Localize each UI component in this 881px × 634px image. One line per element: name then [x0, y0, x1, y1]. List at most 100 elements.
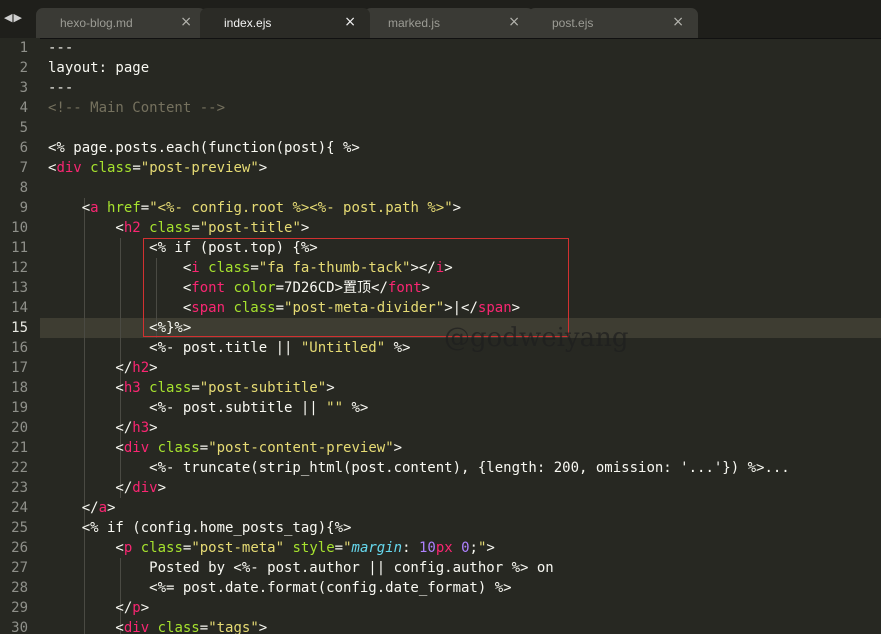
line-number-gutter: 1 2 3 4 5 6 7 8 9 10 11 12 13 14 15 16 17 18 19 20 21 22 23 24 2…: [0, 38, 40, 634]
line-number: 12: [11, 260, 28, 276]
code-line[interactable]: <div class="tags">: [48, 618, 267, 634]
code-token: >: [149, 420, 158, 436]
tab-hexo-blog-md[interactable]: hexo-blog.md ×: [36, 8, 206, 38]
code-token: Posted by <%- post.author || config.auth…: [48, 560, 554, 576]
code-token: %>: [385, 340, 411, 356]
code-line[interactable]: ---: [48, 78, 73, 98]
tab-marked-js[interactable]: marked.js ×: [364, 8, 534, 38]
tab-label: marked.js: [388, 16, 441, 30]
line-number: 24: [11, 500, 28, 516]
code-line[interactable]: <div class="post-preview">: [48, 158, 267, 178]
code-token: div: [132, 480, 158, 496]
code-token: ": [343, 540, 352, 556]
line-number: 26: [11, 540, 28, 556]
code-line[interactable]: layout: page: [48, 58, 149, 78]
code-token: >: [157, 480, 167, 496]
code-line[interactable]: <div class="post-content-preview">: [48, 438, 402, 458]
code-token: >: [393, 440, 403, 456]
code-token: <% if (config.home_posts_tag){%>: [48, 520, 352, 536]
code-line[interactable]: <%- truncate(strip_html(post.content), {…: [48, 458, 790, 478]
code-token: p: [132, 600, 141, 616]
code-line[interactable]: ---: [48, 38, 73, 58]
watermark: @godweiyang: [444, 323, 629, 353]
code-line[interactable]: <a href="<%- config.root %><%- post.path…: [48, 198, 461, 218]
code-token: "tags": [208, 620, 259, 634]
code-token: >: [140, 600, 150, 616]
line-number: 5: [19, 120, 28, 136]
code-token: =: [191, 220, 200, 236]
code-token: <: [48, 200, 91, 216]
code-line[interactable]: </div>: [48, 478, 166, 498]
code-line[interactable]: </h2>: [48, 358, 158, 378]
line-number: 15: [11, 320, 28, 336]
code-token: >: [258, 160, 268, 176]
code-token: 10: [418, 540, 436, 556]
nav-forward-icon[interactable]: ▶: [13, 11, 22, 24]
code-line[interactable]: </p>: [48, 598, 149, 618]
tab-label: post.ejs: [552, 16, 594, 30]
line-number: 22: [11, 460, 28, 476]
code-token: div: [123, 620, 150, 634]
code-token: a: [90, 200, 99, 216]
close-icon[interactable]: ×: [672, 14, 684, 30]
code-token: h3: [123, 380, 141, 396]
line-number: 10: [11, 220, 28, 236]
code-token: class: [90, 160, 133, 176]
line-number: 17: [11, 360, 28, 376]
code-line[interactable]: <% if (config.home_posts_tag){%>: [48, 518, 352, 538]
code-token: >: [486, 540, 495, 556]
line-number: 23: [11, 480, 28, 496]
code-token: div: [56, 160, 82, 176]
code-token: </: [48, 480, 133, 496]
line-number: 1: [19, 40, 28, 56]
code-line[interactable]: </a>: [48, 498, 116, 518]
code-token: </: [48, 360, 133, 376]
editor-window: ◀▶ hexo-blog.md × marked.js × post.ejs ×…: [0, 0, 881, 634]
code-token: <: [48, 440, 124, 456]
tab-post-ejs[interactable]: post.ejs ×: [528, 8, 698, 38]
code-line[interactable]: <%- post.title || "Untitled" %>: [48, 338, 410, 358]
code-token: </: [48, 600, 133, 616]
code-token: =: [191, 380, 200, 396]
code-token: =: [199, 620, 209, 634]
code-token: <%- truncate(strip_html(post.content), {…: [48, 460, 790, 476]
code-token: <%- post.subtitle ||: [48, 400, 327, 416]
close-icon[interactable]: ×: [344, 14, 356, 30]
line-number: 6: [19, 140, 28, 156]
line-number: 14: [11, 300, 28, 316]
line-number: 16: [11, 340, 28, 356]
code-token: <: [48, 220, 124, 236]
code-line[interactable]: Posted by <%- post.author || config.auth…: [48, 558, 554, 578]
code-line[interactable]: <!-- Main Content -->: [48, 98, 225, 118]
code-line[interactable]: <% page.posts.each(function(post){ %>: [48, 138, 360, 158]
code-line[interactable]: </h3>: [48, 418, 158, 438]
code-token: >: [107, 500, 116, 516]
code-token: class: [157, 620, 200, 634]
code-line[interactable]: <h2 class="post-title">: [48, 218, 309, 238]
line-number: 20: [11, 420, 28, 436]
line-number: 3: [19, 80, 28, 96]
code-token: "post-subtitle": [199, 380, 327, 396]
code-token: =: [199, 440, 209, 456]
code-token: a: [98, 500, 108, 516]
close-icon[interactable]: ×: [508, 14, 520, 30]
code-line[interactable]: <%- post.subtitle || "" %>: [48, 398, 368, 418]
code-token: %>: [343, 400, 369, 416]
line-number: 13: [11, 280, 28, 296]
code-line[interactable]: <p class="post-meta" style="margin: 10px…: [48, 538, 495, 558]
tab-label: index.ejs: [224, 16, 272, 30]
tab-index-ejs[interactable]: index.ejs ×: [200, 8, 370, 38]
code-token: >: [149, 360, 158, 376]
code-editor[interactable]: 1 2 3 4 5 6 7 8 9 10 11 12 13 14 15 16 17 18 19 20 21 22 23 24 2…: [0, 38, 881, 634]
close-icon[interactable]: ×: [180, 14, 192, 30]
code-line[interactable]: <%= post.date.format(config.date_format)…: [48, 578, 511, 598]
code-token: <: [48, 380, 124, 396]
code-line[interactable]: <h3 class="post-subtitle">: [48, 378, 334, 398]
line-number: 4: [19, 100, 28, 116]
line-number: 19: [11, 400, 28, 416]
code-token: div: [123, 440, 150, 456]
code-token: >: [258, 620, 268, 634]
code-token: style: [292, 540, 335, 556]
